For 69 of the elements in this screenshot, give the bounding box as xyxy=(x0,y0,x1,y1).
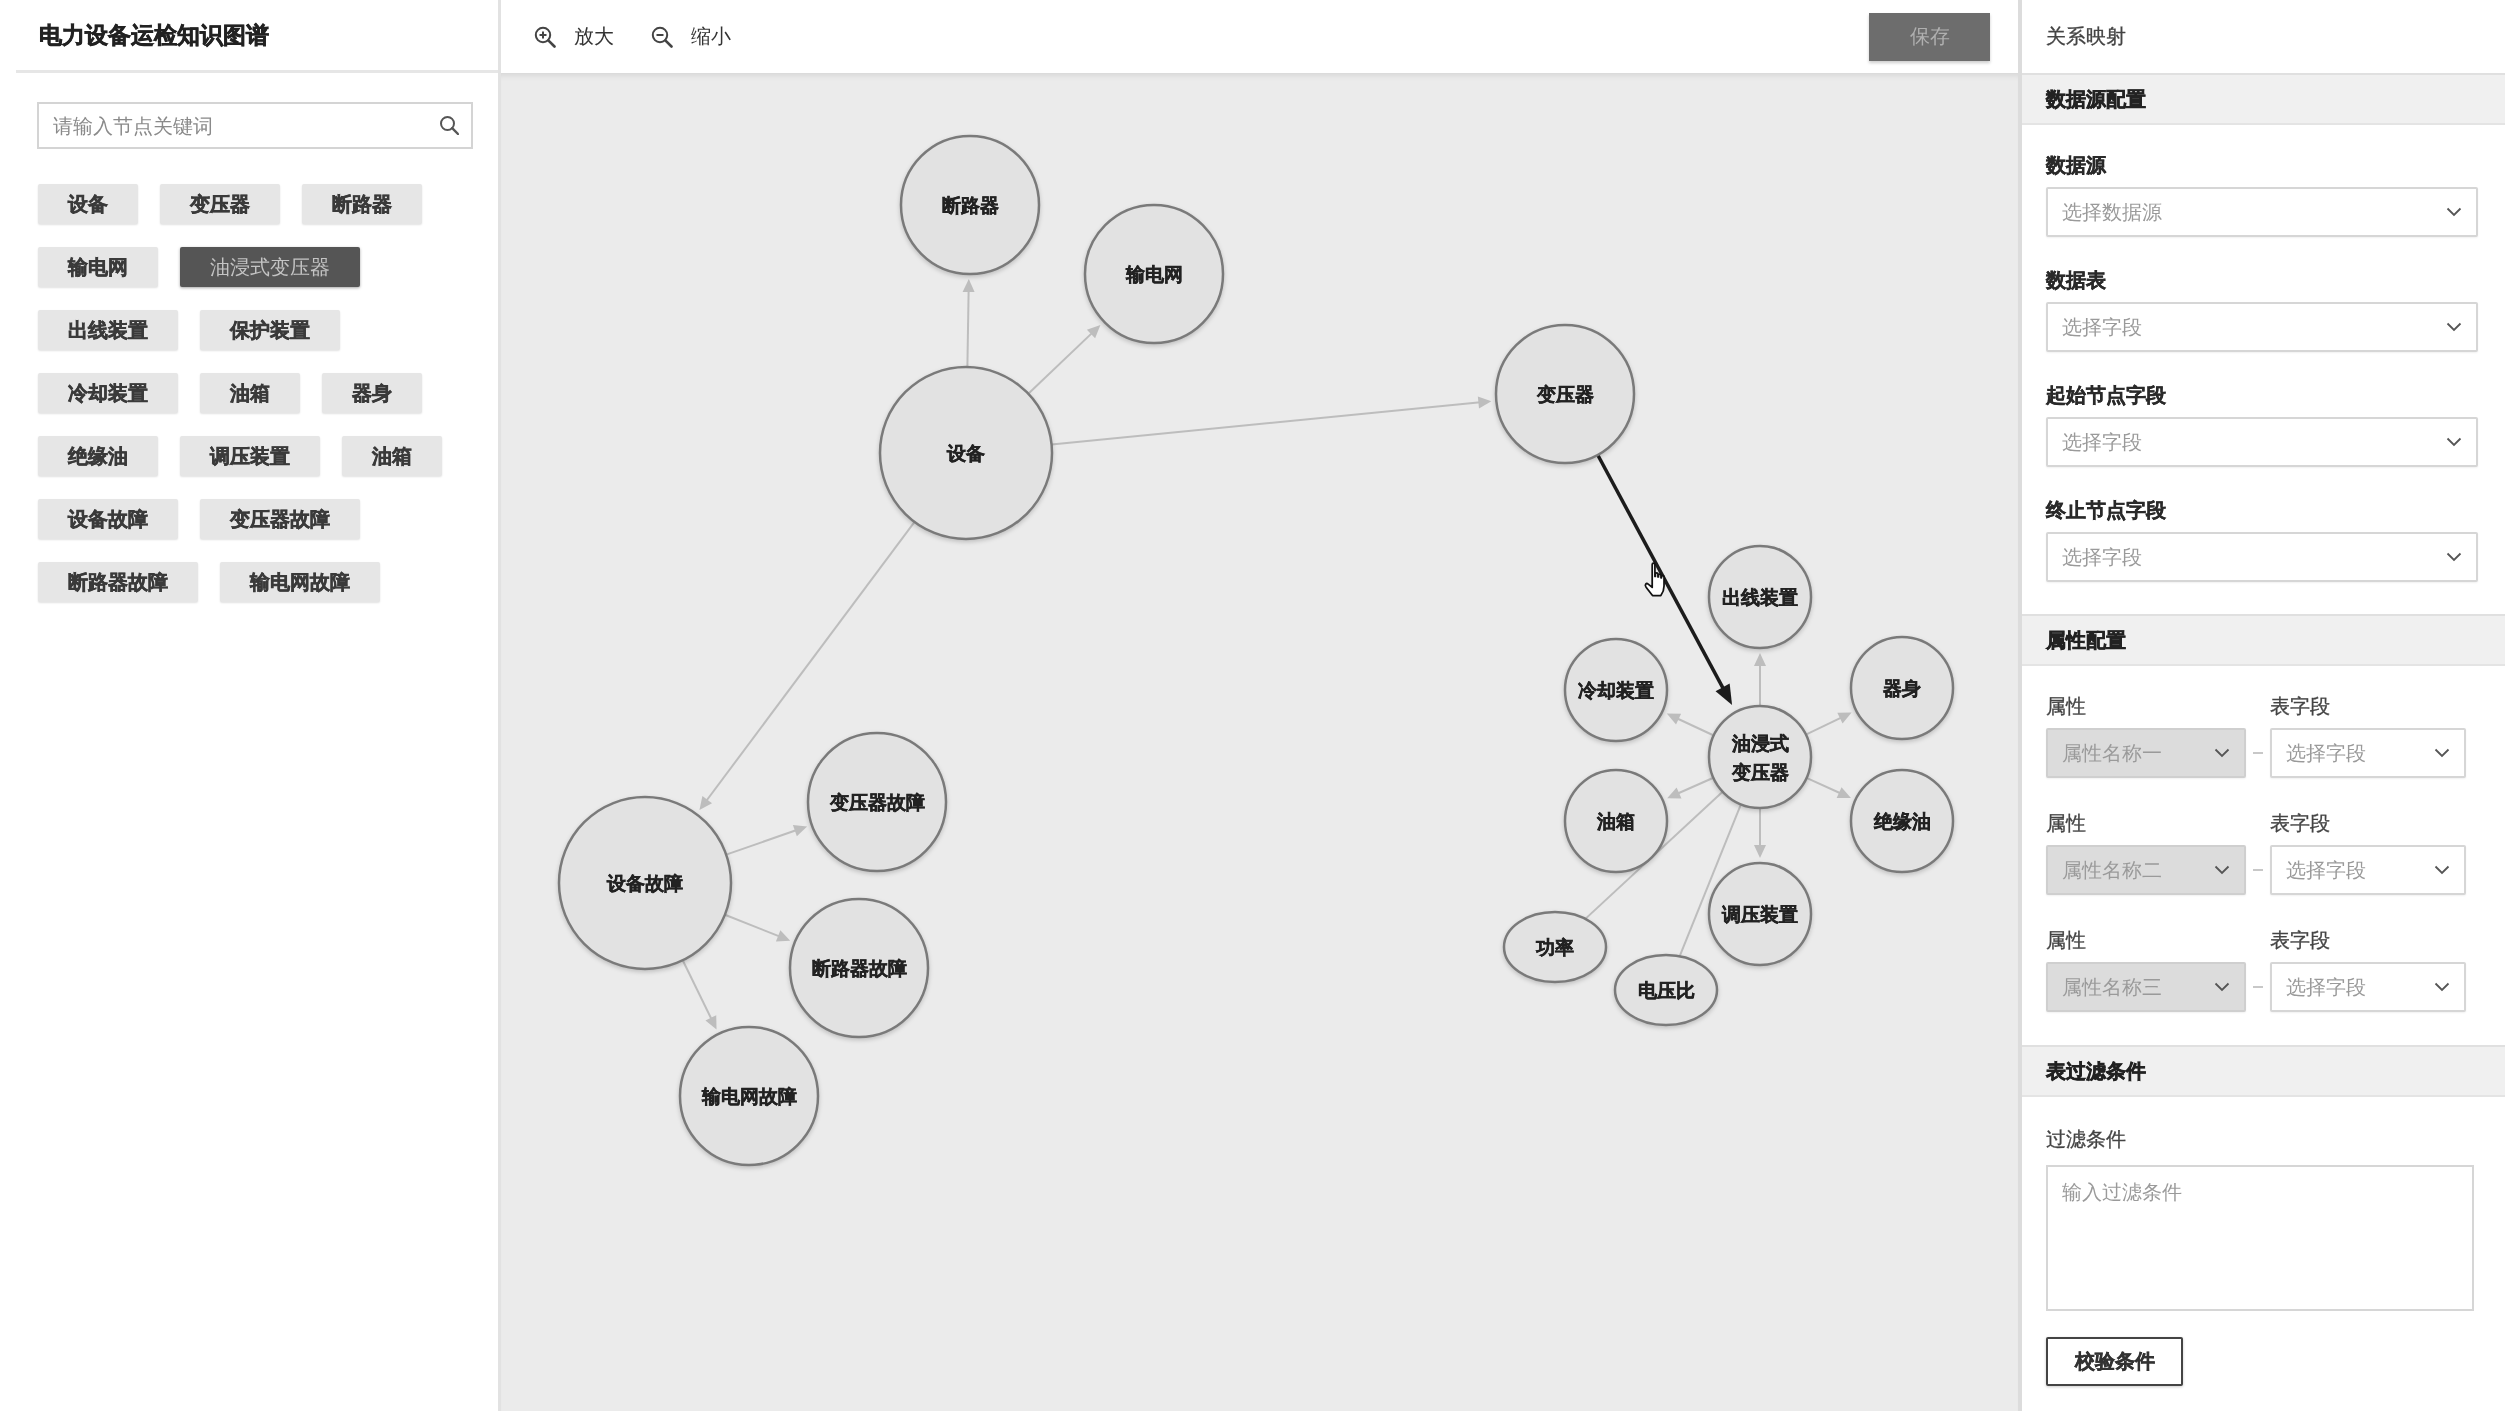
graph-node: 输电网故障 xyxy=(678,1025,820,1167)
graph-node: 输电网 xyxy=(1083,203,1225,345)
filter-textarea[interactable]: 输入过滤条件 xyxy=(2046,1165,2474,1311)
search-icon xyxy=(439,115,459,135)
node-tag[interactable]: 冷却装置 xyxy=(38,373,178,413)
graph-node: 断路器 xyxy=(899,134,1041,276)
node-tag[interactable]: 出线装置 xyxy=(38,310,178,350)
field-label: 数据源 xyxy=(2046,153,2106,177)
chevron-down-icon xyxy=(2214,748,2230,758)
zoom-in-button[interactable]: 放大 xyxy=(534,23,614,50)
zoom-out-button[interactable]: 缩小 xyxy=(651,23,731,50)
graph-node: 断路器故障 xyxy=(788,897,930,1039)
graph-node: 电压比 xyxy=(1613,953,1719,1027)
graph-node: 器身 xyxy=(1849,635,1955,741)
chevron-down-icon xyxy=(2446,207,2462,217)
node-tag[interactable]: 油箱 xyxy=(200,373,300,413)
section-header: 属性配置 xyxy=(2022,614,2505,666)
zoom-in-icon xyxy=(534,25,556,48)
node-tag[interactable]: 设备故障 xyxy=(38,499,178,539)
node-tag[interactable]: 输电网故障 xyxy=(220,562,380,602)
chevron-down-icon xyxy=(2446,552,2462,562)
node-tag[interactable]: 绝缘油 xyxy=(38,436,158,476)
field-label: 起始节点字段 xyxy=(2046,383,2166,407)
node-tag[interactable]: 油浸式变压器 xyxy=(180,247,360,287)
field-label: 终止节点字段 xyxy=(2046,498,2166,522)
field-label: 过滤条件 xyxy=(2046,1127,2126,1151)
verify-button[interactable]: 校验条件 xyxy=(2046,1337,2183,1386)
node-tag[interactable]: 断路器 xyxy=(302,184,422,224)
panel-title: 关系映射 xyxy=(2046,23,2126,50)
node-tag[interactable]: 变压器 xyxy=(160,184,280,224)
node-tag[interactable]: 输电网 xyxy=(38,247,158,287)
search-field[interactable]: 请输入节点关键词 xyxy=(37,102,473,149)
node-tag[interactable]: 油箱 xyxy=(342,436,442,476)
field-label: 表字段 xyxy=(2270,928,2330,952)
graph-node: 冷却装置 xyxy=(1563,637,1669,743)
graph-node: 出线装置 xyxy=(1707,544,1813,650)
zoom-out-icon xyxy=(651,25,673,48)
node-tag[interactable]: 器身 xyxy=(322,373,422,413)
node-tag[interactable]: 调压装置 xyxy=(180,436,320,476)
chevron-down-icon xyxy=(2434,865,2450,875)
field-label: 数据表 xyxy=(2046,268,2106,292)
section-header: 表过滤条件 xyxy=(2022,1045,2505,1097)
app-title: 电力设备运检知识图谱 xyxy=(39,20,269,50)
chevron-down-icon xyxy=(2434,748,2450,758)
graph-node: 变压器 xyxy=(1494,323,1636,465)
graph-node: 油箱 xyxy=(1563,768,1669,874)
hand-cursor-icon xyxy=(1644,562,1665,597)
field-label: 表字段 xyxy=(2270,811,2330,835)
graph-node: 设备 xyxy=(878,365,1054,541)
section-header: 数据源配置 xyxy=(2022,73,2505,125)
field-label: 属性 xyxy=(2046,811,2086,835)
graph-node: 调压装置 xyxy=(1707,861,1813,967)
node-tag[interactable]: 设备 xyxy=(38,184,138,224)
node-tag[interactable]: 保护装置 xyxy=(200,310,340,350)
graph-node: 绝缘油 xyxy=(1849,768,1955,874)
field-label: 属性 xyxy=(2046,694,2086,718)
graph-node: 功率 xyxy=(1502,910,1608,984)
chevron-down-icon xyxy=(2446,437,2462,447)
chevron-down-icon xyxy=(2446,322,2462,332)
node-tag[interactable]: 变压器故障 xyxy=(200,499,360,539)
field-label: 表字段 xyxy=(2270,694,2330,718)
graph-node: 油浸式变压器 xyxy=(1707,704,1813,810)
chevron-down-icon xyxy=(2434,982,2450,992)
chevron-down-icon xyxy=(2214,982,2230,992)
field-label: 属性 xyxy=(2046,928,2086,952)
node-tag[interactable]: 断路器故障 xyxy=(38,562,198,602)
chevron-down-icon xyxy=(2214,865,2230,875)
graph-node: 变压器故障 xyxy=(806,731,948,873)
graph-node: 设备故障 xyxy=(557,795,733,971)
